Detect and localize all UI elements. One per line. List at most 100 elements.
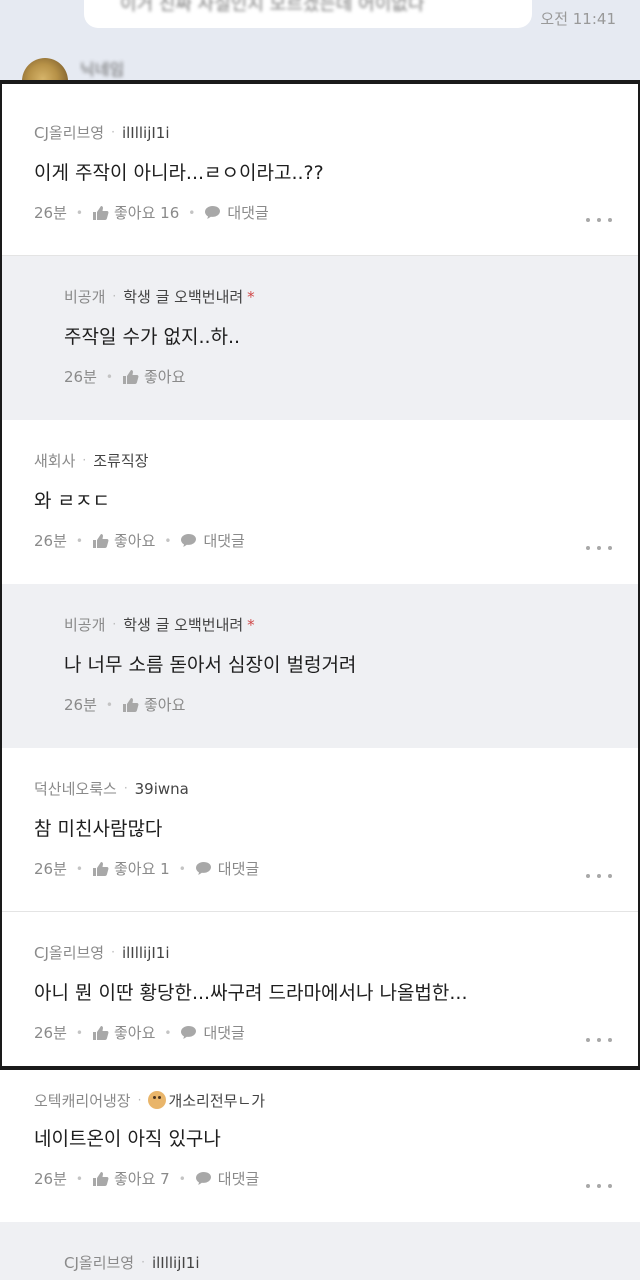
- chat-preview: 이거 진짜 사실인지 모르겠는데 어이없다 오전 11:41 닉네임: [0, 0, 640, 82]
- thumbs-up-icon: [92, 205, 109, 220]
- chat-bubble: 이거 진짜 사실인지 모르겠는데 어이없다: [84, 0, 532, 28]
- more-options-button[interactable]: [586, 544, 612, 552]
- reply-label: 대댓글: [227, 204, 269, 222]
- like-label: 좋아요: [143, 696, 186, 714]
- reply-label: 대댓글: [217, 860, 260, 878]
- reply-item: 비공개 · 학생 글 오백번내려 * 나 너무 소름 돋아서 심장이 벌렁거려 26분…: [0, 584, 640, 748]
- reply-button[interactable]: 대댓글: [195, 1168, 259, 1189]
- nickname: 개소리전무ㄴ가: [168, 1092, 266, 1110]
- company-name: 비공개: [64, 616, 106, 634]
- comment-item: CJ올리브영 · ilIllijI1i 아니 뭔 이딴 황당한...싸구려 드라마에…: [0, 912, 640, 1066]
- dog-emoji-icon: [148, 1091, 167, 1109]
- comment-time: 26분: [64, 696, 97, 714]
- thumbs-up-icon: [122, 369, 139, 384]
- nickname: ilIllijI1i: [151, 1254, 200, 1272]
- company-name: CJ올리브영: [34, 124, 105, 142]
- like-button[interactable]: 좋아요: [92, 1022, 155, 1043]
- company-name: CJ올리브영: [64, 1254, 135, 1272]
- comment-text: 와 ㄹㅈㄷ: [34, 490, 110, 512]
- more-options-button[interactable]: [586, 1036, 612, 1044]
- thumbs-up-icon: [92, 1025, 109, 1040]
- like-button[interactable]: 좋아요 16: [92, 202, 179, 223]
- thumbs-up-icon: [92, 1171, 109, 1186]
- comment-time: 26분: [64, 368, 97, 386]
- comment-meta: CJ올리브영 · ilIllijI1i: [34, 124, 170, 142]
- comment-time: 26분: [34, 532, 67, 550]
- comment-meta: 오텍캐리어냉장 · 개소리전무ㄴ가: [34, 1091, 266, 1110]
- speech-bubble-icon: [181, 534, 197, 547]
- comment-item: CJ올리브영 · ilIllijI1i 이게 주작이 아니라...ㄹㅇ이라고..??…: [0, 84, 640, 256]
- like-button[interactable]: 좋아요 1: [92, 858, 170, 879]
- reply-button[interactable]: 대댓글: [204, 202, 269, 223]
- comment-time: 26분: [34, 204, 67, 222]
- like-button[interactable]: 좋아요: [92, 530, 155, 551]
- like-label: 좋아요: [113, 1024, 156, 1042]
- comment-time: 26분: [34, 1024, 67, 1042]
- like-button[interactable]: 좋아요: [122, 694, 185, 715]
- like-label: 좋아요: [143, 368, 186, 386]
- comment-meta: 새회사 · 조류직장: [34, 452, 149, 470]
- comment-actions: 26분 • 좋아요: [64, 694, 186, 715]
- reply-item: 비공개 · 학생 글 오백번내려 * 주작일 수가 없지..하.. 26분 • 좋아요: [0, 256, 640, 420]
- company-name: 오텍캐리어냉장: [34, 1092, 131, 1110]
- nickname: 학생 글 오백번내려: [123, 288, 244, 306]
- author-star: *: [247, 616, 255, 634]
- like-count: 16: [160, 203, 180, 222]
- reply-button[interactable]: 대댓글: [180, 1022, 245, 1043]
- speech-bubble-icon: [195, 862, 211, 875]
- nickname: 39iwna: [134, 780, 189, 798]
- company-name: 새회사: [34, 452, 76, 470]
- reply-label: 대댓글: [203, 532, 245, 550]
- reply-label: 대댓글: [203, 1024, 245, 1042]
- nickname: ilIllijI1i: [121, 124, 170, 142]
- like-button[interactable]: 좋아요: [122, 366, 185, 387]
- comment-meta: CJ올리브영 · ilIllijI1i: [64, 1254, 200, 1272]
- comment-time: 26분: [34, 860, 67, 878]
- comment-actions: 26분 • 좋아요 16 • 대댓글: [34, 202, 269, 223]
- more-options-button[interactable]: [586, 1182, 612, 1190]
- like-count: 7: [160, 1169, 170, 1188]
- comment-meta: 비공개 · 학생 글 오백번내려 *: [64, 616, 255, 634]
- avatar: [22, 58, 68, 82]
- comment-time: 26분: [34, 1170, 67, 1188]
- comment-actions: 26분 • 좋아요 • 대댓글: [34, 1022, 245, 1043]
- more-options-button[interactable]: [586, 872, 612, 880]
- like-button[interactable]: 좋아요 7: [92, 1168, 170, 1189]
- chat-sender-name: 닉네임: [80, 60, 125, 79]
- comment-item: 오텍캐리어냉장 · 개소리전무ㄴ가 네이트온이 아직 있구나 26분 • 좋아요 7 …: [0, 1070, 640, 1222]
- comment-text: 주작일 수가 없지..하..: [64, 326, 241, 348]
- like-count: 1: [160, 859, 170, 878]
- like-label: 좋아요: [113, 1170, 156, 1188]
- comment-actions: 26분 • 좋아요 7 • 대댓글: [34, 1168, 260, 1189]
- comment-actions: 26분 • 좋아요 • 대댓글: [34, 530, 245, 551]
- comment-text: 네이트온이 아직 있구나: [34, 1128, 221, 1150]
- reply-button[interactable]: 대댓글: [180, 530, 245, 551]
- speech-bubble-icon: [181, 1026, 197, 1039]
- like-label: 좋아요: [113, 204, 156, 222]
- speech-bubble-icon: [195, 1172, 211, 1185]
- company-name: 덕산네오룩스: [34, 780, 117, 798]
- thumbs-up-icon: [92, 861, 109, 876]
- comment-actions: 26분 • 좋아요: [64, 366, 186, 387]
- comment-meta: 덕산네오룩스 · 39iwna: [34, 780, 189, 798]
- reply-button[interactable]: 대댓글: [195, 858, 259, 879]
- comment-text: 참 미친사람많다: [34, 818, 163, 840]
- nickname: ilIllijI1i: [121, 944, 170, 962]
- more-options-button[interactable]: [586, 216, 612, 224]
- comment-text: 이게 주작이 아니라...ㄹㅇ이라고..??: [34, 162, 324, 184]
- comment-text: 나 너무 소름 돋아서 심장이 벌렁거려: [64, 654, 357, 676]
- comment-meta: 비공개 · 학생 글 오백번내려 *: [64, 288, 255, 306]
- chat-timestamp: 오전 11:41: [540, 10, 616, 28]
- comment-meta: CJ올리브영 · ilIllijI1i: [34, 944, 170, 962]
- author-star: *: [247, 288, 255, 306]
- reply-label: 대댓글: [217, 1170, 260, 1188]
- comment-text: 아니 뭔 이딴 황당한...싸구려 드라마에서나 나올법한...: [34, 982, 468, 1004]
- comment-actions: 26분 • 좋아요 1 • 대댓글: [34, 858, 260, 879]
- nickname: 조류직장: [93, 452, 149, 470]
- screenshot-frame-left: [0, 84, 2, 1066]
- speech-bubble-icon: [205, 206, 221, 219]
- reply-item: CJ올리브영 · ilIllijI1i: [0, 1222, 640, 1280]
- company-name: CJ올리브영: [34, 944, 105, 962]
- thumbs-up-icon: [122, 697, 139, 712]
- thumbs-up-icon: [92, 533, 109, 548]
